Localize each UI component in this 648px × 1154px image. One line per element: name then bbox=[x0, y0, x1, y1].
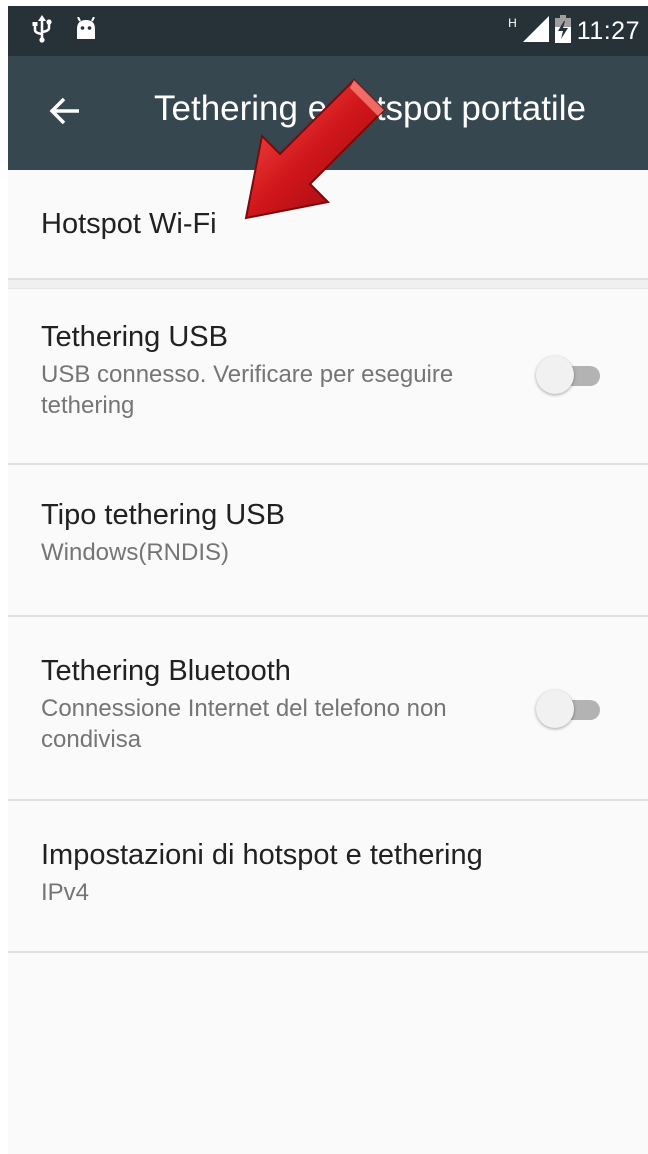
network-type-label: H bbox=[508, 16, 517, 30]
item-title: Tethering USB bbox=[41, 321, 228, 353]
item-summary: Connessione Internet del telefono non co… bbox=[41, 695, 447, 753]
list-item-usb-tethering[interactable]: Tethering USB USB connesso. Verificare p… bbox=[8, 289, 648, 465]
item-title: Impostazioni di hotspot e tethering bbox=[41, 839, 483, 871]
signal-icon bbox=[522, 15, 549, 47]
item-summary: USB connesso. Verificare per eseguire te… bbox=[41, 361, 454, 419]
screen: H 11:27 Tethering e hotspot portatile Ho… bbox=[8, 6, 648, 1154]
bluetooth-tethering-toggle[interactable] bbox=[536, 689, 604, 729]
item-title: Tethering Bluetooth bbox=[41, 655, 291, 687]
toolbar: Tethering e hotspot portatile bbox=[8, 56, 648, 170]
settings-list: Hotspot Wi-Fi Tethering USB USB connesso… bbox=[8, 170, 648, 953]
list-item-bluetooth-tethering[interactable]: Tethering Bluetooth Connessione Internet… bbox=[8, 617, 648, 801]
item-summary: IPv4 bbox=[41, 879, 90, 906]
item-title: Hotspot Wi-Fi bbox=[41, 208, 217, 240]
page-title: Tethering e hotspot portatile bbox=[154, 89, 586, 128]
status-right-icons: H 11:27 bbox=[508, 14, 640, 48]
status-bar: H 11:27 bbox=[8, 6, 648, 56]
arrow-back-icon bbox=[49, 95, 81, 132]
status-left-icons bbox=[32, 14, 98, 48]
list-item-hotspot-settings[interactable]: Impostazioni di hotspot e tethering IPv4 bbox=[8, 801, 648, 953]
list-item-wifi-hotspot[interactable]: Hotspot Wi-Fi bbox=[8, 170, 648, 280]
item-summary: Windows(RNDIS) bbox=[41, 539, 230, 566]
section-divider bbox=[8, 280, 648, 289]
status-time: 11:27 bbox=[576, 16, 640, 45]
usb-icon bbox=[32, 14, 52, 48]
usb-tethering-toggle[interactable] bbox=[536, 355, 604, 395]
back-button[interactable] bbox=[38, 86, 92, 140]
battery-charging-icon bbox=[554, 14, 571, 48]
list-item-usb-type[interactable]: Tipo tethering USB Windows(RNDIS) bbox=[8, 465, 648, 617]
android-debug-icon bbox=[74, 16, 98, 46]
item-title: Tipo tethering USB bbox=[41, 499, 285, 531]
